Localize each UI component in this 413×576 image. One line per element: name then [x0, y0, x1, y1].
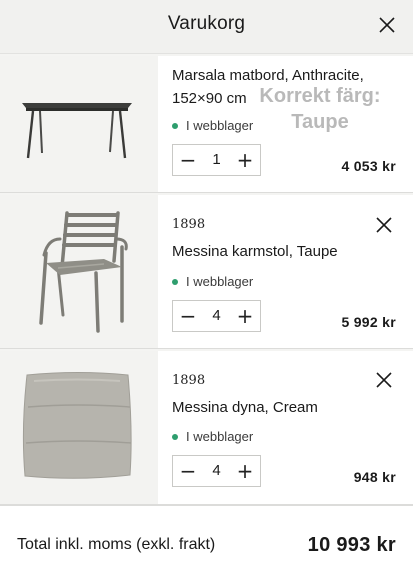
- remove-item-close-icon[interactable]: [373, 214, 395, 236]
- increase-quantity-button[interactable]: +: [230, 456, 260, 486]
- increase-quantity-button[interactable]: +: [230, 145, 260, 175]
- cart-header: Varukorg: [0, 0, 413, 54]
- cart-item: 1898 Messina karmstol, Taupe I webblager…: [0, 195, 413, 349]
- in-stock-dot-icon: [172, 278, 178, 285]
- note-line2: Taupe: [291, 111, 349, 133]
- cart-item: 1898 Messina dyna, Cream I webblager − 4…: [0, 351, 413, 505]
- product-name[interactable]: Messina karmstol, Taupe: [172, 240, 338, 263]
- stock-status: I webblager: [172, 118, 253, 133]
- quantity-value[interactable]: 4: [203, 301, 230, 331]
- total-label: Total inkl. moms (exkl. frakt): [17, 536, 216, 553]
- product-image[interactable]: [0, 56, 158, 192]
- product-name-line1: Marsala matbord, Anthracite,: [172, 67, 364, 84]
- remove-item-close-icon[interactable]: [373, 369, 395, 391]
- decrease-quantity-button[interactable]: −: [173, 145, 203, 175]
- brand-label: 1898: [172, 217, 206, 232]
- note-line1: Korrekt färg:: [259, 85, 381, 107]
- item-price: 4 053 kr: [341, 158, 396, 174]
- brand-label: 1898: [172, 373, 206, 388]
- quantity-stepper: − 1 +: [172, 144, 261, 176]
- stock-status: I webblager: [172, 429, 253, 444]
- quantity-value[interactable]: 4: [203, 456, 230, 486]
- cushion-image-icon: [22, 372, 132, 479]
- stock-label: I webblager: [186, 429, 254, 444]
- product-image[interactable]: [0, 195, 158, 348]
- quantity-stepper: − 4 +: [172, 300, 261, 332]
- page-title: Varukorg: [167, 13, 246, 34]
- in-stock-dot-icon: [172, 122, 178, 129]
- decrease-quantity-button[interactable]: −: [173, 301, 203, 331]
- close-icon[interactable]: [376, 14, 398, 36]
- product-image[interactable]: [0, 351, 158, 504]
- item-price: 948 kr: [353, 469, 396, 485]
- table-image-icon: [22, 103, 132, 159]
- stock-label: I webblager: [186, 118, 254, 133]
- armchair-image-icon: [39, 211, 128, 333]
- increase-quantity-button[interactable]: +: [230, 301, 260, 331]
- item-price: 5 992 kr: [341, 314, 396, 330]
- cart-total-bar: Total inkl. moms (exkl. frakt) 10 993 kr: [0, 505, 413, 576]
- color-correction-note: Korrekt färg: Taupe: [250, 83, 390, 135]
- in-stock-dot-icon: [172, 433, 178, 440]
- decrease-quantity-button[interactable]: −: [173, 456, 203, 486]
- quantity-stepper: − 4 +: [172, 455, 261, 487]
- quantity-value[interactable]: 1: [203, 145, 230, 175]
- product-name-line2: 152×90 cm: [172, 90, 247, 107]
- product-name[interactable]: Messina dyna, Cream: [172, 396, 318, 419]
- stock-status: I webblager: [172, 274, 253, 289]
- stock-label: I webblager: [186, 274, 254, 289]
- total-value: 10 993 kr: [307, 534, 396, 556]
